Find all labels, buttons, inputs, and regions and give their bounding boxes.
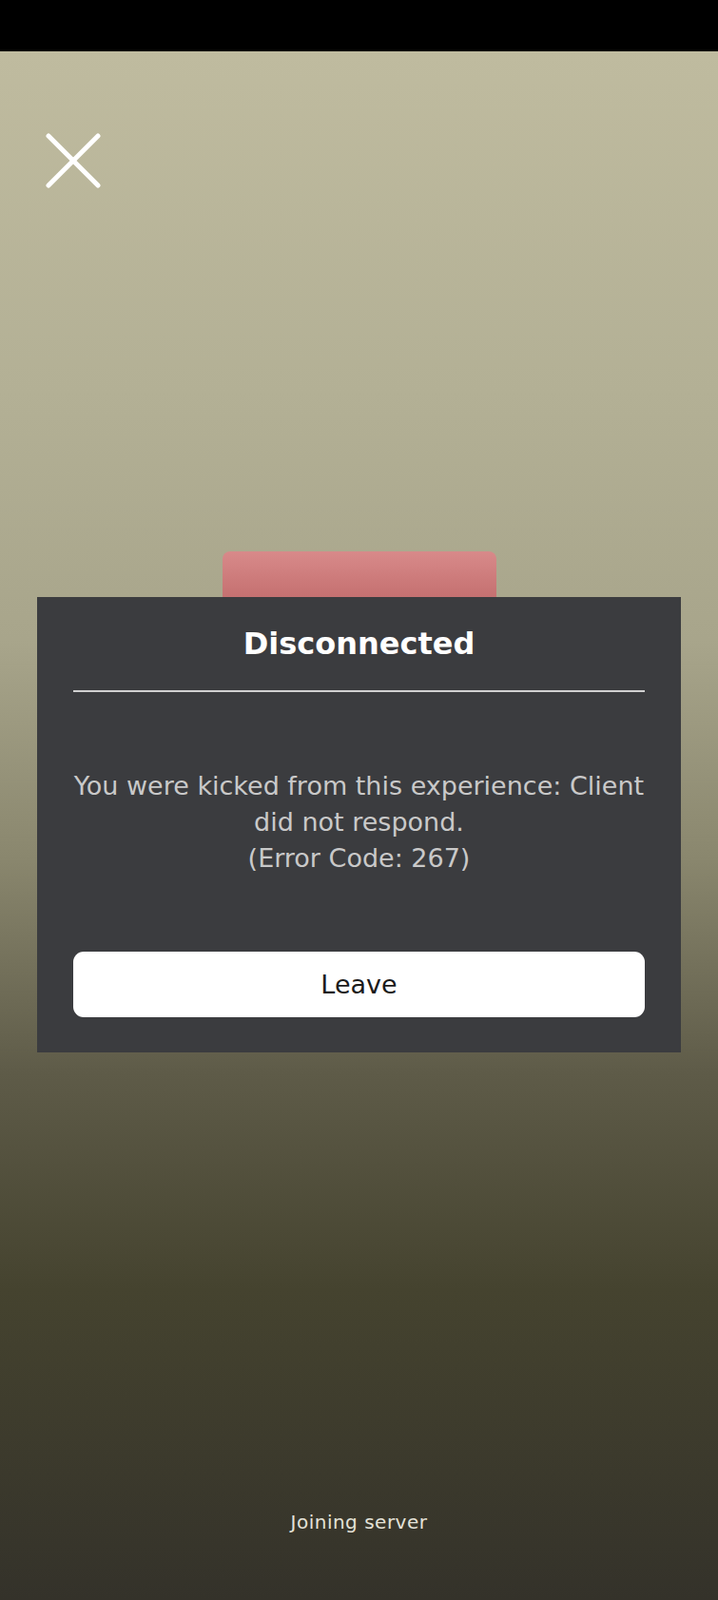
dialog-message: You were kicked from this experience: Cl… bbox=[73, 768, 645, 877]
disconnect-dialog: Disconnected You were kicked from this ex… bbox=[37, 597, 681, 1053]
game-background: Disconnected You were kicked from this ex… bbox=[0, 51, 718, 1600]
loading-status: Joining server bbox=[0, 1511, 718, 1600]
status-bar bbox=[0, 0, 718, 52]
close-icon[interactable] bbox=[45, 133, 101, 189]
message-text: You were kicked from this experience: Cl… bbox=[73, 768, 645, 841]
error-code: (Error Code: 267) bbox=[73, 840, 645, 877]
leave-button[interactable]: Leave bbox=[73, 951, 645, 1018]
dialog-title: Disconnected bbox=[73, 623, 645, 693]
close-row bbox=[0, 51, 718, 189]
